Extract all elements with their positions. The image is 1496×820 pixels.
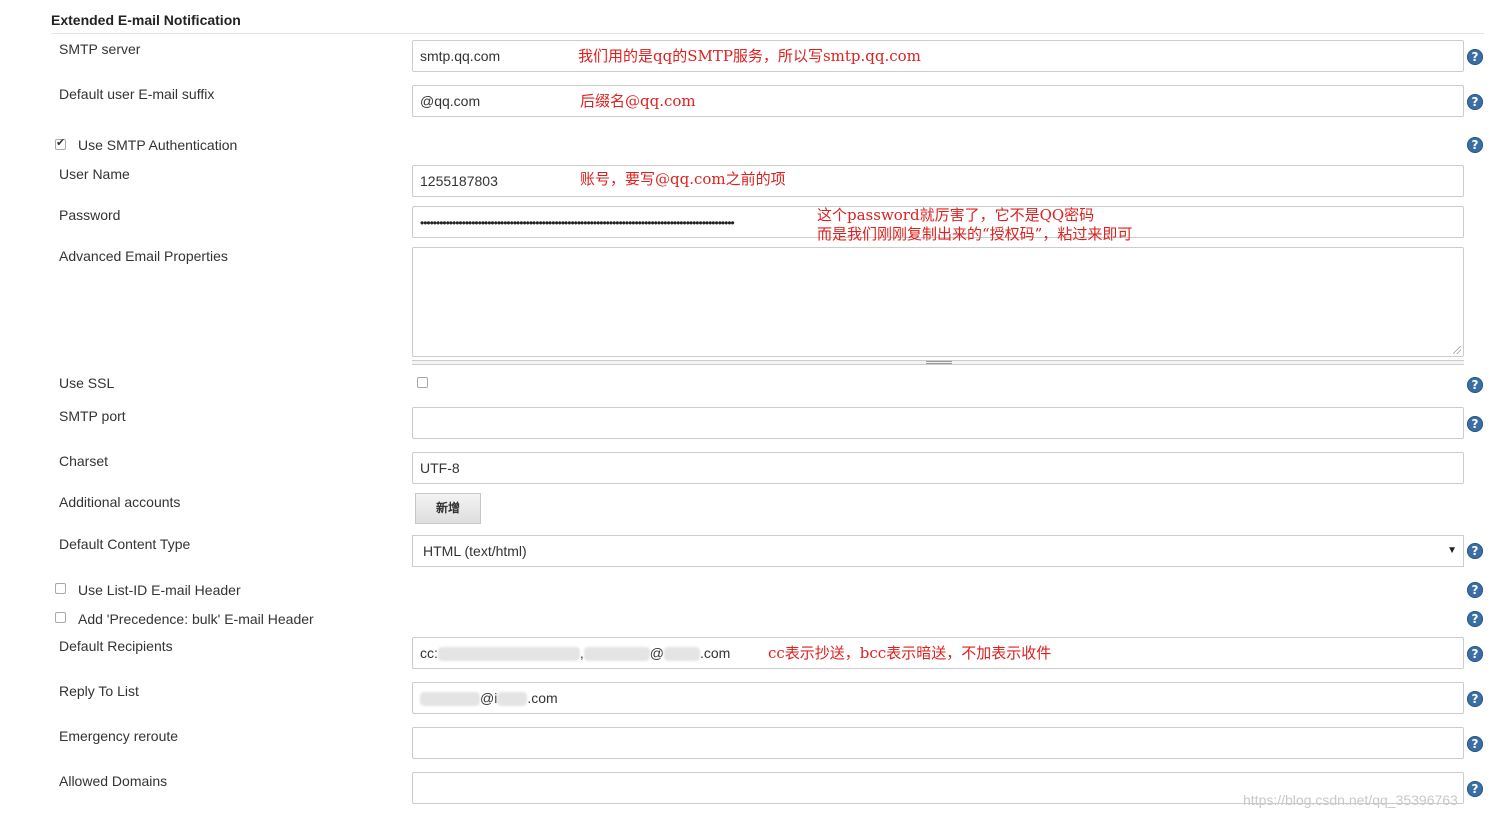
recipients-at: @ [649,645,664,661]
default-recipients-label: Default Recipients [59,638,173,654]
smtp-port-label: SMTP port [59,408,126,424]
chevron-down-icon: ▼ [1447,545,1457,556]
emergency-reroute-input[interactable] [412,727,1464,759]
emergency-reroute-label: Emergency reroute [59,728,179,744]
additional-accounts-label: Additional accounts [59,494,181,510]
use-ssl-label: Use SSL [59,375,115,391]
help-icon[interactable]: ? [1467,94,1483,110]
content-type-label: Default Content Type [59,536,191,552]
redacted-text [497,692,528,707]
charset-value: UTF-8 [420,460,460,476]
recipients-prefix: cc: [420,645,438,661]
smtp-auth-checkbox[interactable] [55,136,66,150]
user-name-value: 1255187803 [420,173,498,189]
help-icon[interactable]: ? [1467,416,1483,432]
smtp-auth-label: Use SMTP Authentication [78,137,238,153]
allowed-domains-label: Allowed Domains [59,773,168,789]
annotation-password-1: 这个password就厉害了，它不是QQ密码 [817,206,1095,224]
reply-to-at: @i [480,690,498,706]
help-icon[interactable]: ? [1467,543,1483,559]
password-label: Password [59,207,121,223]
user-name-input[interactable]: 1255187803 [412,165,1464,197]
advanced-props-label: Advanced Email Properties [59,248,228,264]
help-icon[interactable]: ? [1467,646,1483,662]
help-icon[interactable]: ? [1467,736,1483,752]
reply-to-suffix: .com [527,690,558,706]
help-icon[interactable]: ? [1467,377,1483,393]
email-suffix-value: @qq.com [420,93,481,109]
user-name-label: User Name [59,166,130,182]
content-type-value: HTML (text/html) [423,543,527,559]
advanced-props-textarea[interactable] [412,247,1464,357]
help-icon[interactable]: ? [1467,49,1483,65]
add-account-button[interactable]: 新增 [415,493,481,524]
charset-label: Charset [59,453,109,469]
use-ssl-checkbox[interactable] [417,377,428,388]
section-title: Extended E-mail Notification [51,12,241,28]
section-divider [51,33,1484,34]
annotation-password-2: 而是我们刚刚复制出来的“授权码”，粘过来即可 [817,225,1133,243]
charset-input[interactable]: UTF-8 [412,452,1464,484]
redacted-text [664,647,700,662]
redacted-text [437,647,580,662]
smtp-server-input[interactable]: smtp.qq.com [412,40,1464,72]
drag-handle-icon[interactable] [926,361,952,364]
precedence-header-label: Add 'Precedence: bulk' E-mail Header [78,611,314,627]
reply-to-input[interactable]: @i .com [412,682,1464,714]
help-icon[interactable]: ? [1467,611,1483,627]
redacted-text [420,692,480,707]
annotation-smtp: 我们用的是qq的SMTP服务，所以写smtp.qq.com [578,47,921,65]
annotation-suffix: 后缀名@qq.com [580,92,696,110]
annotation-recipients: cc表示抄送，bcc表示暗送，不加表示收件 [768,644,1052,662]
list-id-header-checkbox[interactable] [55,583,66,594]
watermark-text: https://blog.csdn.net/qq_35396763 [1243,792,1458,808]
resize-grip-icon[interactable] [1453,346,1461,354]
annotation-user: 账号，要写@qq.com之前的项 [580,170,786,188]
smtp-server-label: SMTP server [59,41,141,57]
help-icon[interactable]: ? [1467,691,1483,707]
smtp-port-input[interactable] [412,407,1464,439]
smtp-server-value: smtp.qq.com [420,48,501,64]
help-icon[interactable]: ? [1467,137,1483,153]
redacted-text [583,647,650,662]
email-suffix-label: Default user E-mail suffix [59,86,215,102]
content-type-select[interactable]: HTML (text/html) ▼ [412,535,1464,567]
reply-to-label: Reply To List [59,683,139,699]
email-suffix-input[interactable]: @qq.com [412,85,1464,117]
precedence-header-checkbox[interactable] [55,612,66,623]
help-icon[interactable]: ? [1467,781,1483,797]
password-value: ••••••••••••••••••••••••••••••••••••••••… [420,216,735,230]
help-icon[interactable]: ? [1467,582,1483,598]
recipients-suffix: .com [700,645,731,661]
list-id-header-label: Use List-ID E-mail Header [78,582,241,598]
